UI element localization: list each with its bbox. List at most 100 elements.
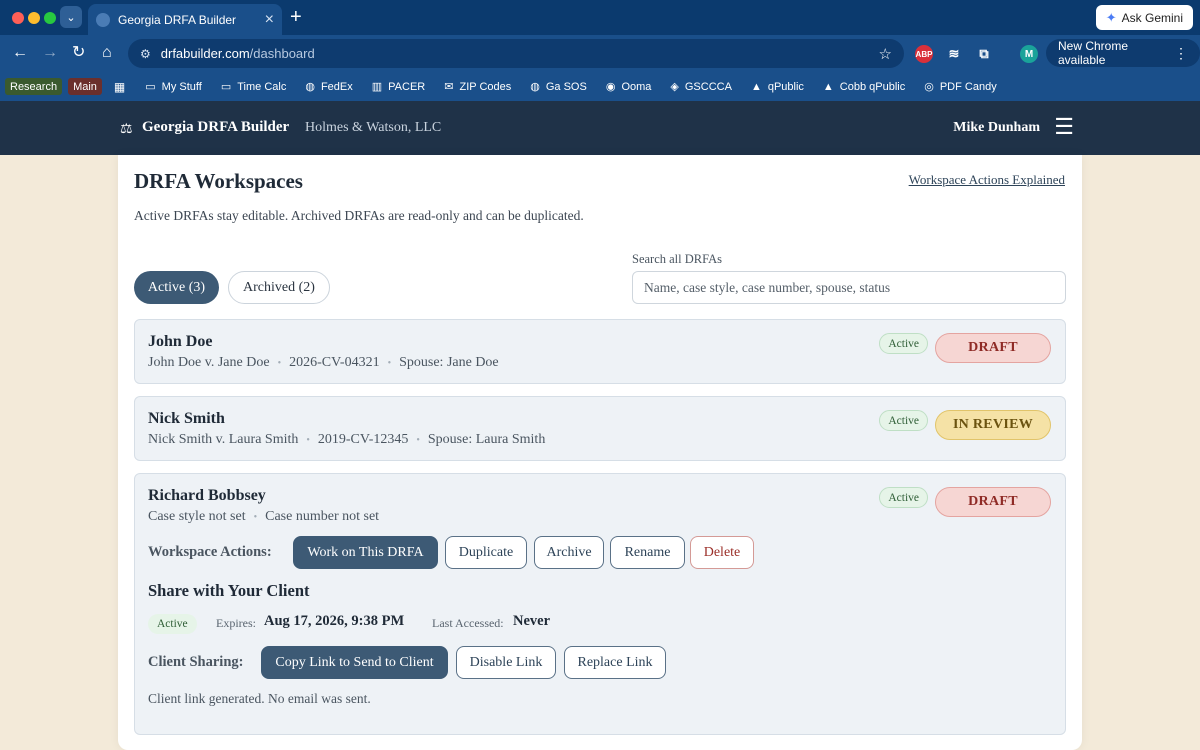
bookmark-label: Ga SOS [545,80,587,93]
url-host: drfabuilder.com [160,46,250,61]
ooma-icon: ◉ [605,81,616,93]
bookmark-pdf-candy[interactable]: ◎ PDF Candy [924,80,997,94]
workspace-actions-label: Workspace Actions: [148,544,272,560]
profile-avatar[interactable]: M [1020,45,1038,63]
browser-tab-bar: ⌄ Georgia DRFA Builder × + ✦ Ask Gemini [0,0,1200,35]
last-accessed-label: Last Accessed: [432,616,504,630]
user-name: Mike Dunham [953,120,1040,135]
gsccca-icon: ◈ [670,81,679,93]
bookmark-ooma[interactable]: ◉ Ooma [605,80,652,94]
bookmark-qpublic[interactable]: ▲ qPublic [751,81,804,93]
spouse: Spouse: Laura Smith [427,432,546,447]
tab-search-chevron-icon[interactable]: ⌄ [60,6,82,28]
bookmark-chip-main[interactable]: Main [68,78,102,95]
puzzle-extensions-icon[interactable]: ⧉ [975,45,993,63]
separator-dot: • [416,435,420,446]
case-style: Nick Smith v. Laura Smith [148,432,299,447]
rename-button[interactable]: Rename [610,536,685,569]
work-on-drfa-button[interactable]: Work on This DRFA [293,536,438,569]
share-status-badge: Active [148,614,197,634]
bookmark-label: PDF Candy [939,80,997,93]
bookmarks-bar: Research Main ▦ ▭ My Stuff ▭ Time Calc ◍ Fe… [0,72,1200,101]
close-window-button[interactable] [12,12,24,24]
reload-icon[interactable]: ↻ [72,44,85,62]
apps-grid-icon[interactable]: ▦ [114,80,125,94]
pacer-icon: ▥ [371,81,383,93]
brand-name[interactable]: Georgia DRFA Builder [142,119,289,136]
workspace-card[interactable]: Nick Smith Nick Smith v. Laura Smith • 201… [134,396,1066,461]
folder-icon: ▭ [145,81,156,93]
duplicate-button[interactable]: Duplicate [445,536,527,569]
client-sharing-label: Client Sharing: [148,654,244,670]
disable-link-button[interactable]: Disable Link [456,646,556,679]
bookmark-cobb-qpublic[interactable]: ▲ Cobb qPublic [823,81,905,93]
state-badge: Active [879,333,928,354]
last-accessed-value: Never [513,613,551,629]
bookmark-pacer[interactable]: ▥ PACER [371,80,426,94]
back-arrow-icon[interactable]: ← [12,44,28,62]
case-meta: Nick Smith v. Laura Smith • 2019-CV-12345 •… [148,432,545,448]
address-bar[interactable]: ⚙ drfabuilder.com/dashboard ☆ [128,39,904,68]
status-pill: IN REVIEW [935,410,1051,440]
bookmark-gsccca[interactable]: ◈ GSCCCA [670,80,732,94]
adblock-extension-icon[interactable]: ABP [915,45,933,63]
workspace-card-expanded[interactable]: Richard Bobbsey Case style not set • Case … [134,473,1066,735]
globe-icon: ◍ [305,81,315,93]
chrome-update-button[interactable]: New Chrome available ⋮ [1046,39,1200,67]
bookmark-ga-sos[interactable]: ◍ Ga SOS [530,80,587,94]
forward-arrow-icon[interactable]: → [42,44,58,62]
folder-icon: ▭ [220,81,232,93]
case-number: 2019-CV-12345 [317,432,409,447]
bookmark-fedex[interactable]: ◍ FedEx [305,80,352,94]
bookmark-label: qPublic [767,80,804,93]
maximize-window-button[interactable] [44,12,56,24]
bookmark-zip-codes[interactable]: ✉ ZIP Codes [444,80,511,94]
separator-dot: • [306,435,310,446]
bookmark-label: Ooma [621,80,652,93]
hamburger-menu-icon[interactable]: ☰ [1054,116,1074,138]
tab-archived[interactable]: Archived (2) [228,271,330,304]
layers-extension-icon[interactable]: ≋ [945,45,963,63]
sparkle-icon: ✦ [1105,9,1117,25]
site-settings-icon[interactable]: ⚙ [140,47,151,61]
case-number: 2026-CV-04321 [289,355,380,370]
page-title: DRFA Workspaces [134,169,303,193]
globe-icon [96,12,110,27]
qpublic-icon: ▲ [822,80,834,93]
close-icon[interactable]: × [265,11,274,29]
new-tab-plus-icon[interactable]: + [290,6,302,28]
tab-title: Georgia DRFA Builder [118,12,237,27]
case-number: Case number not set [265,509,380,524]
status-pill: DRAFT [935,333,1051,363]
replace-link-button[interactable]: Replace Link [564,646,666,679]
bookmark-chip-research[interactable]: Research [5,78,63,95]
share-status-note: Client link generated. No email was sent… [148,691,371,706]
tab-active[interactable]: Active (3) [134,271,219,304]
separator-dot: • [387,358,392,369]
archive-button[interactable]: Archive [534,536,604,569]
ask-gemini-button[interactable]: ✦ Ask Gemini [1095,5,1193,30]
state-badge: Active [879,487,928,508]
workspaces-panel: DRFA Workspaces Workspace Actions Explai… [118,155,1082,750]
bookmark-label: Cobb qPublic [839,80,906,93]
share-section-title: Share with Your Client [148,581,310,600]
bookmark-time-calc[interactable]: ▭ Time Calc [220,80,287,94]
copy-link-button[interactable]: Copy Link to Send to Client [261,646,448,679]
client-name: Nick Smith [148,410,225,427]
browser-tab[interactable]: Georgia DRFA Builder × [88,4,282,35]
home-icon[interactable]: ⌂ [102,44,112,62]
case-style: Case style not set [148,509,246,524]
search-input[interactable] [632,271,1066,304]
url-path: /dashboard [249,46,315,61]
status-pill: DRAFT [935,487,1051,517]
pdf-candy-icon: ◎ [924,81,934,93]
workspace-card[interactable]: John Doe John Doe v. Jane Doe • 2026-CV-04… [134,319,1066,384]
case-meta: John Doe v. Jane Doe • 2026-CV-04321 • Spous… [148,355,499,371]
workspace-actions-explained-link[interactable]: Workspace Actions Explained [909,172,1065,188]
delete-button[interactable]: Delete [690,536,754,569]
case-meta: Case style not set • Case number not set [148,509,379,525]
minimize-window-button[interactable] [28,12,40,24]
state-badge: Active [879,410,928,431]
bookmark-star-icon[interactable]: ☆ [879,45,892,63]
bookmark-my-stuff[interactable]: ▭ My Stuff [145,80,202,94]
